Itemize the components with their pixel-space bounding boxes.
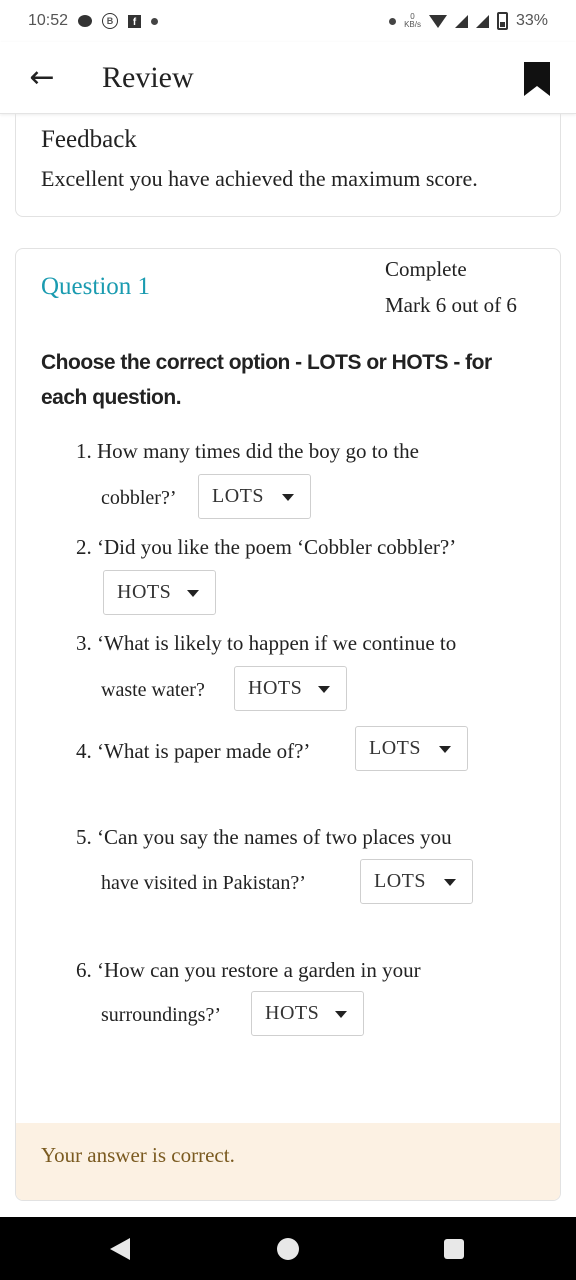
battery-percent: 33% bbox=[515, 12, 548, 29]
question-item-6-cont: surroundings?’ bbox=[101, 1004, 221, 1026]
caret-down-icon bbox=[318, 686, 330, 693]
question-item-3: 3. ‘What is likely to happen if we conti… bbox=[76, 631, 457, 655]
bookmark-button[interactable] bbox=[522, 60, 552, 98]
question-status: Complete bbox=[385, 257, 467, 281]
feedback-title: Feedback bbox=[41, 126, 137, 153]
answer-select-3-value: HOTS bbox=[248, 677, 303, 699]
question-item-6: 6. ‘How can you restore a garden in your bbox=[76, 958, 421, 982]
arrow-left-icon: ← bbox=[29, 60, 55, 95]
answer-select-6[interactable]: HOTS bbox=[251, 991, 364, 1036]
answer-select-4-value: LOTS bbox=[369, 737, 421, 759]
answer-select-1[interactable]: LOTS bbox=[198, 474, 311, 519]
message-icon bbox=[78, 15, 93, 27]
caret-down-icon bbox=[187, 590, 199, 597]
question-item-5: 5. ‘Can you say the names of two places … bbox=[76, 825, 452, 849]
answer-select-3[interactable]: HOTS bbox=[234, 666, 347, 711]
question-item-3-cont: waste water? bbox=[101, 679, 205, 701]
back-button[interactable]: ← bbox=[12, 48, 72, 108]
caret-down-icon bbox=[444, 879, 456, 886]
battery-icon bbox=[496, 12, 508, 30]
question-item-1: 1. How many times did the boy go to the bbox=[76, 439, 419, 463]
network-speed: 0 KB/s bbox=[404, 13, 421, 29]
wifi-icon bbox=[428, 14, 447, 28]
caret-down-icon bbox=[335, 1011, 347, 1018]
app-bar: ← Review bbox=[0, 42, 576, 114]
status-time: 10:52 bbox=[28, 12, 69, 29]
answer-select-6-value: HOTS bbox=[265, 1002, 320, 1024]
caret-down-icon bbox=[439, 746, 451, 753]
answer-select-2[interactable]: HOTS bbox=[103, 570, 216, 615]
answer-feedback: Your answer is correct. bbox=[16, 1123, 560, 1200]
network-speed-unit: KB/s bbox=[404, 20, 421, 29]
answer-select-4[interactable]: LOTS bbox=[355, 726, 468, 771]
question-number: Question 1 bbox=[41, 273, 151, 300]
status-dot-icon bbox=[389, 17, 397, 25]
answer-select-2-value: HOTS bbox=[117, 581, 172, 603]
nav-back-icon[interactable] bbox=[110, 1238, 130, 1260]
question-instruction: Choose the correct option - LOTS or HOTS… bbox=[41, 351, 492, 409]
facebook-icon: f bbox=[128, 14, 142, 28]
answer-select-5-value: LOTS bbox=[374, 870, 426, 892]
question-item-5-cont: have visited in Pakistan?’ bbox=[101, 872, 306, 894]
nav-home-icon[interactable] bbox=[277, 1238, 299, 1260]
bookmark-icon bbox=[524, 62, 550, 96]
feedback-text: Excellent you have achieved the maximum … bbox=[41, 166, 478, 191]
feedback-card: Feedback Excellent you have achieved the… bbox=[15, 114, 561, 217]
answer-select-1-value: LOTS bbox=[212, 485, 264, 507]
notification-dot-icon bbox=[151, 17, 159, 25]
nav-recent-apps-icon[interactable] bbox=[444, 1239, 464, 1259]
caret-down-icon bbox=[282, 494, 294, 501]
signal-2-icon bbox=[475, 14, 489, 28]
question-item-2: 2. ‘Did you like the poem ‘Cobbler cobbl… bbox=[76, 535, 457, 559]
question-card: Question 1 Complete Mark 6 out of 6 Choo… bbox=[15, 248, 561, 1201]
signal-icon bbox=[454, 14, 468, 28]
system-nav-bar bbox=[0, 1217, 576, 1280]
question-item-1-cont: cobbler?’ bbox=[101, 487, 177, 509]
question-mark: Mark 6 out of 6 bbox=[385, 293, 517, 317]
status-bar: 10:52 B f 0 KB/s 33% bbox=[0, 0, 576, 42]
answer-select-5[interactable]: LOTS bbox=[360, 859, 473, 904]
page-title: Review bbox=[102, 60, 194, 94]
question-item-4: 4. ‘What is paper made of?’ bbox=[76, 739, 311, 763]
b-app-icon: B bbox=[102, 13, 119, 29]
